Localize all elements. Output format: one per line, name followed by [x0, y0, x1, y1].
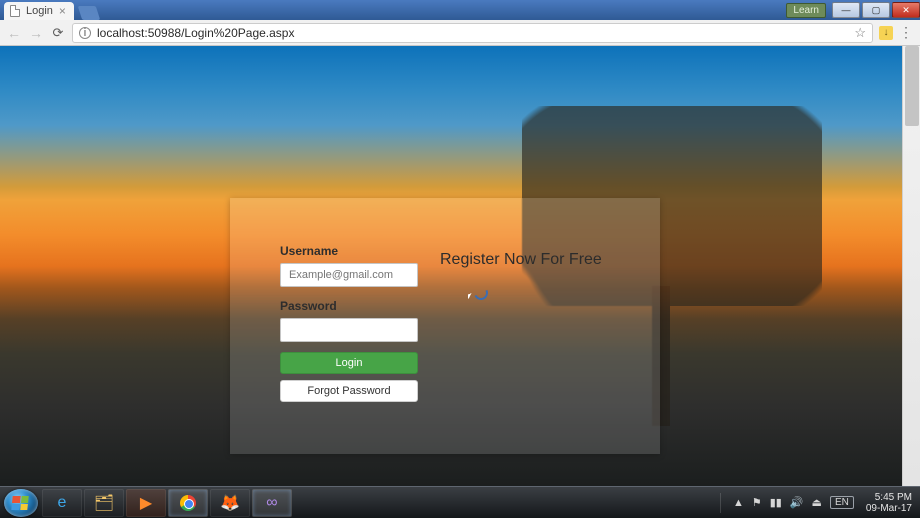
chrome-icon: [180, 495, 196, 511]
scrollbar-thumb[interactable]: [905, 46, 919, 126]
taskbar-app-media-player[interactable]: ▶: [126, 489, 166, 517]
tray-clock[interactable]: 5:45 PM 09-Mar-17: [866, 492, 912, 514]
chrome-menu-button[interactable]: ⋮: [899, 24, 914, 41]
site-info-icon[interactable]: i: [79, 27, 91, 39]
taskbar-app-file-explorer[interactable]: 🗂: [84, 489, 124, 517]
taskbar-app-paint[interactable]: 🦊: [210, 489, 250, 517]
tray-network-icon[interactable]: ▮▮: [770, 496, 782, 509]
window-maximize-button[interactable]: ▢: [862, 2, 890, 18]
username-input[interactable]: [280, 263, 418, 287]
downloads-button[interactable]: ↓: [879, 26, 893, 40]
browser-toolbar: ← → ⟳ i localhost:50988/Login%20Page.asp…: [0, 20, 920, 46]
password-label: Password: [280, 299, 440, 313]
tray-show-hidden-icon[interactable]: ▲: [733, 497, 744, 509]
nav-back-button[interactable]: ←: [6, 25, 22, 41]
taskbar-app-ie[interactable]: e: [42, 489, 82, 517]
login-button[interactable]: Login: [280, 352, 418, 374]
window-close-button[interactable]: ✕: [892, 2, 920, 18]
tab-title-label: Login: [26, 5, 53, 17]
browser-tab-active[interactable]: Login ×: [4, 2, 74, 20]
tray-date: 09-Mar-17: [866, 503, 912, 514]
forgot-password-button[interactable]: Forgot Password: [280, 380, 418, 402]
tray-volume-icon[interactable]: 🔊: [790, 496, 804, 509]
taskbar-app-chrome[interactable]: [168, 489, 208, 517]
start-button[interactable]: [4, 489, 38, 517]
tray-safely-remove-icon[interactable]: ⏏: [812, 496, 822, 509]
mouse-cursor-icon: [468, 290, 480, 306]
taskbar-app-visual-studio[interactable]: ∞: [252, 489, 292, 517]
page-scrollbar[interactable]: [902, 46, 920, 486]
bookmark-star-icon[interactable]: ☆: [854, 25, 866, 41]
browser-tab-strip: Login ×: [0, 0, 98, 20]
tray-language-indicator[interactable]: EN: [830, 496, 854, 509]
url-text: localhost:50988/Login%20Page.aspx: [97, 26, 294, 40]
password-input[interactable]: [280, 318, 418, 342]
system-tray: ▲ ⚑ ▮▮ 🔊 ⏏ EN 5:45 PM 09-Mar-17: [716, 492, 920, 514]
page-favicon-icon: [10, 5, 20, 17]
learn-button[interactable]: Learn: [786, 3, 826, 18]
windows-taskbar: e 🗂 ▶ 🦊 ∞ ▲ ⚑ ▮▮ 🔊 ⏏ EN 5:45 PM 09-Mar-1…: [0, 486, 920, 518]
register-heading: Register Now For Free: [440, 250, 602, 270]
nav-forward-button[interactable]: →: [28, 25, 44, 41]
reload-button[interactable]: ⟳: [50, 25, 66, 41]
tray-time: 5:45 PM: [866, 492, 912, 503]
windows-titlebar: Login × Learn — ▢ ✕: [0, 0, 920, 20]
tab-close-icon[interactable]: ×: [59, 4, 66, 18]
new-tab-button[interactable]: [78, 6, 101, 20]
address-bar[interactable]: i localhost:50988/Login%20Page.aspx ☆: [72, 23, 873, 43]
tray-flag-icon[interactable]: ⚑: [752, 496, 762, 509]
login-panel: Username Password Login Forgot Password …: [230, 198, 660, 454]
page-viewport: Username Password Login Forgot Password …: [0, 46, 902, 486]
username-label: Username: [280, 244, 440, 258]
window-minimize-button[interactable]: —: [832, 2, 860, 18]
